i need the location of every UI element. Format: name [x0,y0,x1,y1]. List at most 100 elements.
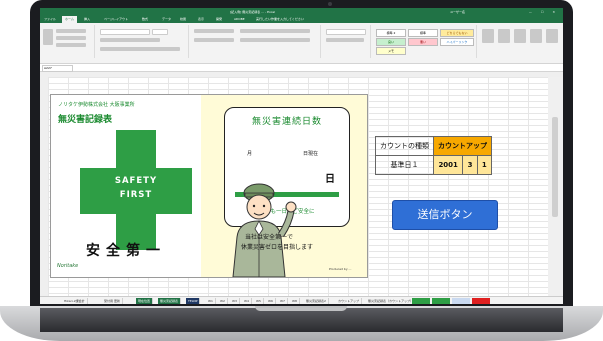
tab-page-layout[interactable]: ページレイアウト [104,16,128,23]
number-buttons[interactable] [326,38,364,42]
sheet-tab[interactable]: 無災害記録表（カウントアップ） [366,298,417,304]
send-button[interactable]: 送信ボタン [392,200,498,230]
tab-developer[interactable]: 開発 [216,16,222,23]
copy-button[interactable] [56,36,86,40]
style-normal-2[interactable]: 標準 2 [376,29,406,37]
style-hyperlink[interactable]: ハイパーリンク [440,38,474,46]
sheet-tab-blue[interactable] [452,298,470,304]
excel-window: [記入例] 無災害記録表 ... - Excel ユーザー名 — ☐ ✕ ファイ… [40,8,563,304]
insert-cells-button[interactable] [482,29,494,43]
tab-view[interactable]: 表示 [198,16,204,23]
style-bad[interactable]: 悪い [408,38,438,46]
sheet-tab[interactable]: 受付用 更新 [102,298,123,304]
tab-review[interactable]: 校閲 [180,16,186,23]
delete-cells-button[interactable] [498,29,510,43]
format-painter-button[interactable] [56,43,86,47]
ribbon-tabs: ファイル ホーム 挿入 ページレイアウト 数式 データ 校閲 表示 開発 ADO… [40,16,563,23]
webcam [328,2,332,6]
sheet-tab[interactable]: W5 [254,298,264,304]
align-buttons[interactable] [194,29,234,33]
laptop-base [0,306,603,341]
sheet-tab[interactable]: 現在位置 [136,298,154,304]
tell-me-search[interactable]: 実行したい作業を入力してください [256,16,304,23]
sheet-tab[interactable]: 無災害記録表2 [304,298,329,304]
format-cells-button[interactable] [514,29,526,43]
scroll-thumb[interactable] [552,117,558,217]
sheet-tab[interactable]: W1 [206,298,216,304]
number-group [322,25,371,58]
slogan: 安全第一 [86,243,166,259]
tab-formulas[interactable]: 数式 [142,16,148,23]
cross-line-1: SAFETY [114,176,158,186]
credit-text: Produced by ... [329,267,352,271]
clipboard-group [40,25,95,58]
indent-buttons[interactable] [194,38,234,42]
font-name-select[interactable] [100,29,150,35]
brand-logo: Noritake [57,263,79,269]
asof-label: 日現在 [303,151,319,157]
base-date-label: 基準日１ [375,155,434,175]
day-unit: 日 [325,174,335,185]
number-format-select[interactable] [326,29,366,35]
cut-button[interactable] [56,29,86,33]
cross-line-2: FIRST [119,190,153,200]
styles-group: 標準 2 標準 どちらでもない 良い 悪い ハイパーリンク メモ [372,25,477,58]
count-type-value[interactable]: カウントアップ [433,136,492,156]
count-settings-table: カウントの種類 カウントアップ 基準日１ 2001 3 1 [375,136,493,175]
formula-bar: A227 [40,64,563,72]
window-controls[interactable]: — ☐ ✕ [529,8,559,16]
tab-insert[interactable]: 挿入 [84,16,90,23]
style-neutral[interactable]: どちらでもない [440,29,474,37]
sheet-tab[interactable]: カウントアップ [336,298,363,304]
sheet-tab[interactable]: W6 [266,298,276,304]
style-note[interactable]: メモ [376,47,406,55]
base-year-cell[interactable]: 2001 [432,155,464,175]
user-name[interactable]: ユーザー名 [450,8,465,16]
sheet-tab[interactable]: W3 [230,298,240,304]
sheet-tab-green[interactable] [412,298,430,304]
safety-cross: SAFETY FIRST [80,130,192,250]
tab-adobe[interactable]: ADOBE [234,16,245,23]
title-bar: [記入例] 無災害記録表 ... - Excel ユーザー名 — ☐ ✕ [40,8,563,16]
table-row: カウントの種類 カウントアップ [375,136,492,156]
cells-editing-group [478,25,562,58]
sort-filter-button[interactable] [530,29,542,43]
find-select-button[interactable] [546,29,558,43]
paste-button[interactable] [43,29,53,45]
font-group [96,25,189,58]
sheet-tab[interactable]: TELNP [186,298,201,304]
style-good[interactable]: 良い [376,38,406,46]
counter-title: 無災害連続日数 [251,117,322,127]
font-style-buttons[interactable] [100,38,160,42]
sheet-tab-red[interactable] [472,298,490,304]
message-line-1: 当社は安全第一で [245,234,294,241]
sheet-tab-green[interactable] [432,298,450,304]
sheet-tab[interactable]: W7 [278,298,288,304]
window-title: [記入例] 無災害記録表 ... - Excel [230,10,276,14]
wrap-text-button[interactable] [240,29,310,33]
month-label: 月 [247,151,253,157]
name-box[interactable]: A227 [42,65,73,72]
sheet-tab[interactable]: W4 [242,298,252,304]
font-size-select[interactable] [152,29,168,35]
sheet-tab[interactable]: W2 [218,298,228,304]
merge-center-button[interactable] [240,38,310,42]
table-row: 基準日１ 2001 3 1 [375,155,493,175]
base-day-cell[interactable]: 1 [476,155,493,175]
base-month-cell[interactable]: 3 [462,155,478,175]
message-line-2: 休業災害ゼロを目指します [241,244,314,251]
company-name: ノリタケ伊勢株式会社 大阪事業所 [58,102,135,108]
safety-record-board: ノリタケ伊勢株式会社 大阪事業所 無災害記録表 SAFETY FIRST 安全第… [50,94,368,278]
keyboard-edge [40,308,563,332]
board-title: 無災害記録表 [58,115,113,125]
sheet-tab-active[interactable]: 無災害記録表 [158,298,182,304]
tab-data[interactable]: データ [162,16,171,23]
tab-file[interactable]: ファイル [44,16,56,23]
sheet-tab[interactable]: W8 [290,298,300,304]
tab-home[interactable]: ホーム [62,16,77,23]
style-normal[interactable]: 標準 [408,29,438,37]
hinge-notch [255,306,347,311]
border-fill-buttons[interactable] [100,47,180,51]
vertical-scrollbar[interactable] [548,77,563,296]
sheet-tab[interactable]: Hikari-2課会計 [62,298,88,304]
